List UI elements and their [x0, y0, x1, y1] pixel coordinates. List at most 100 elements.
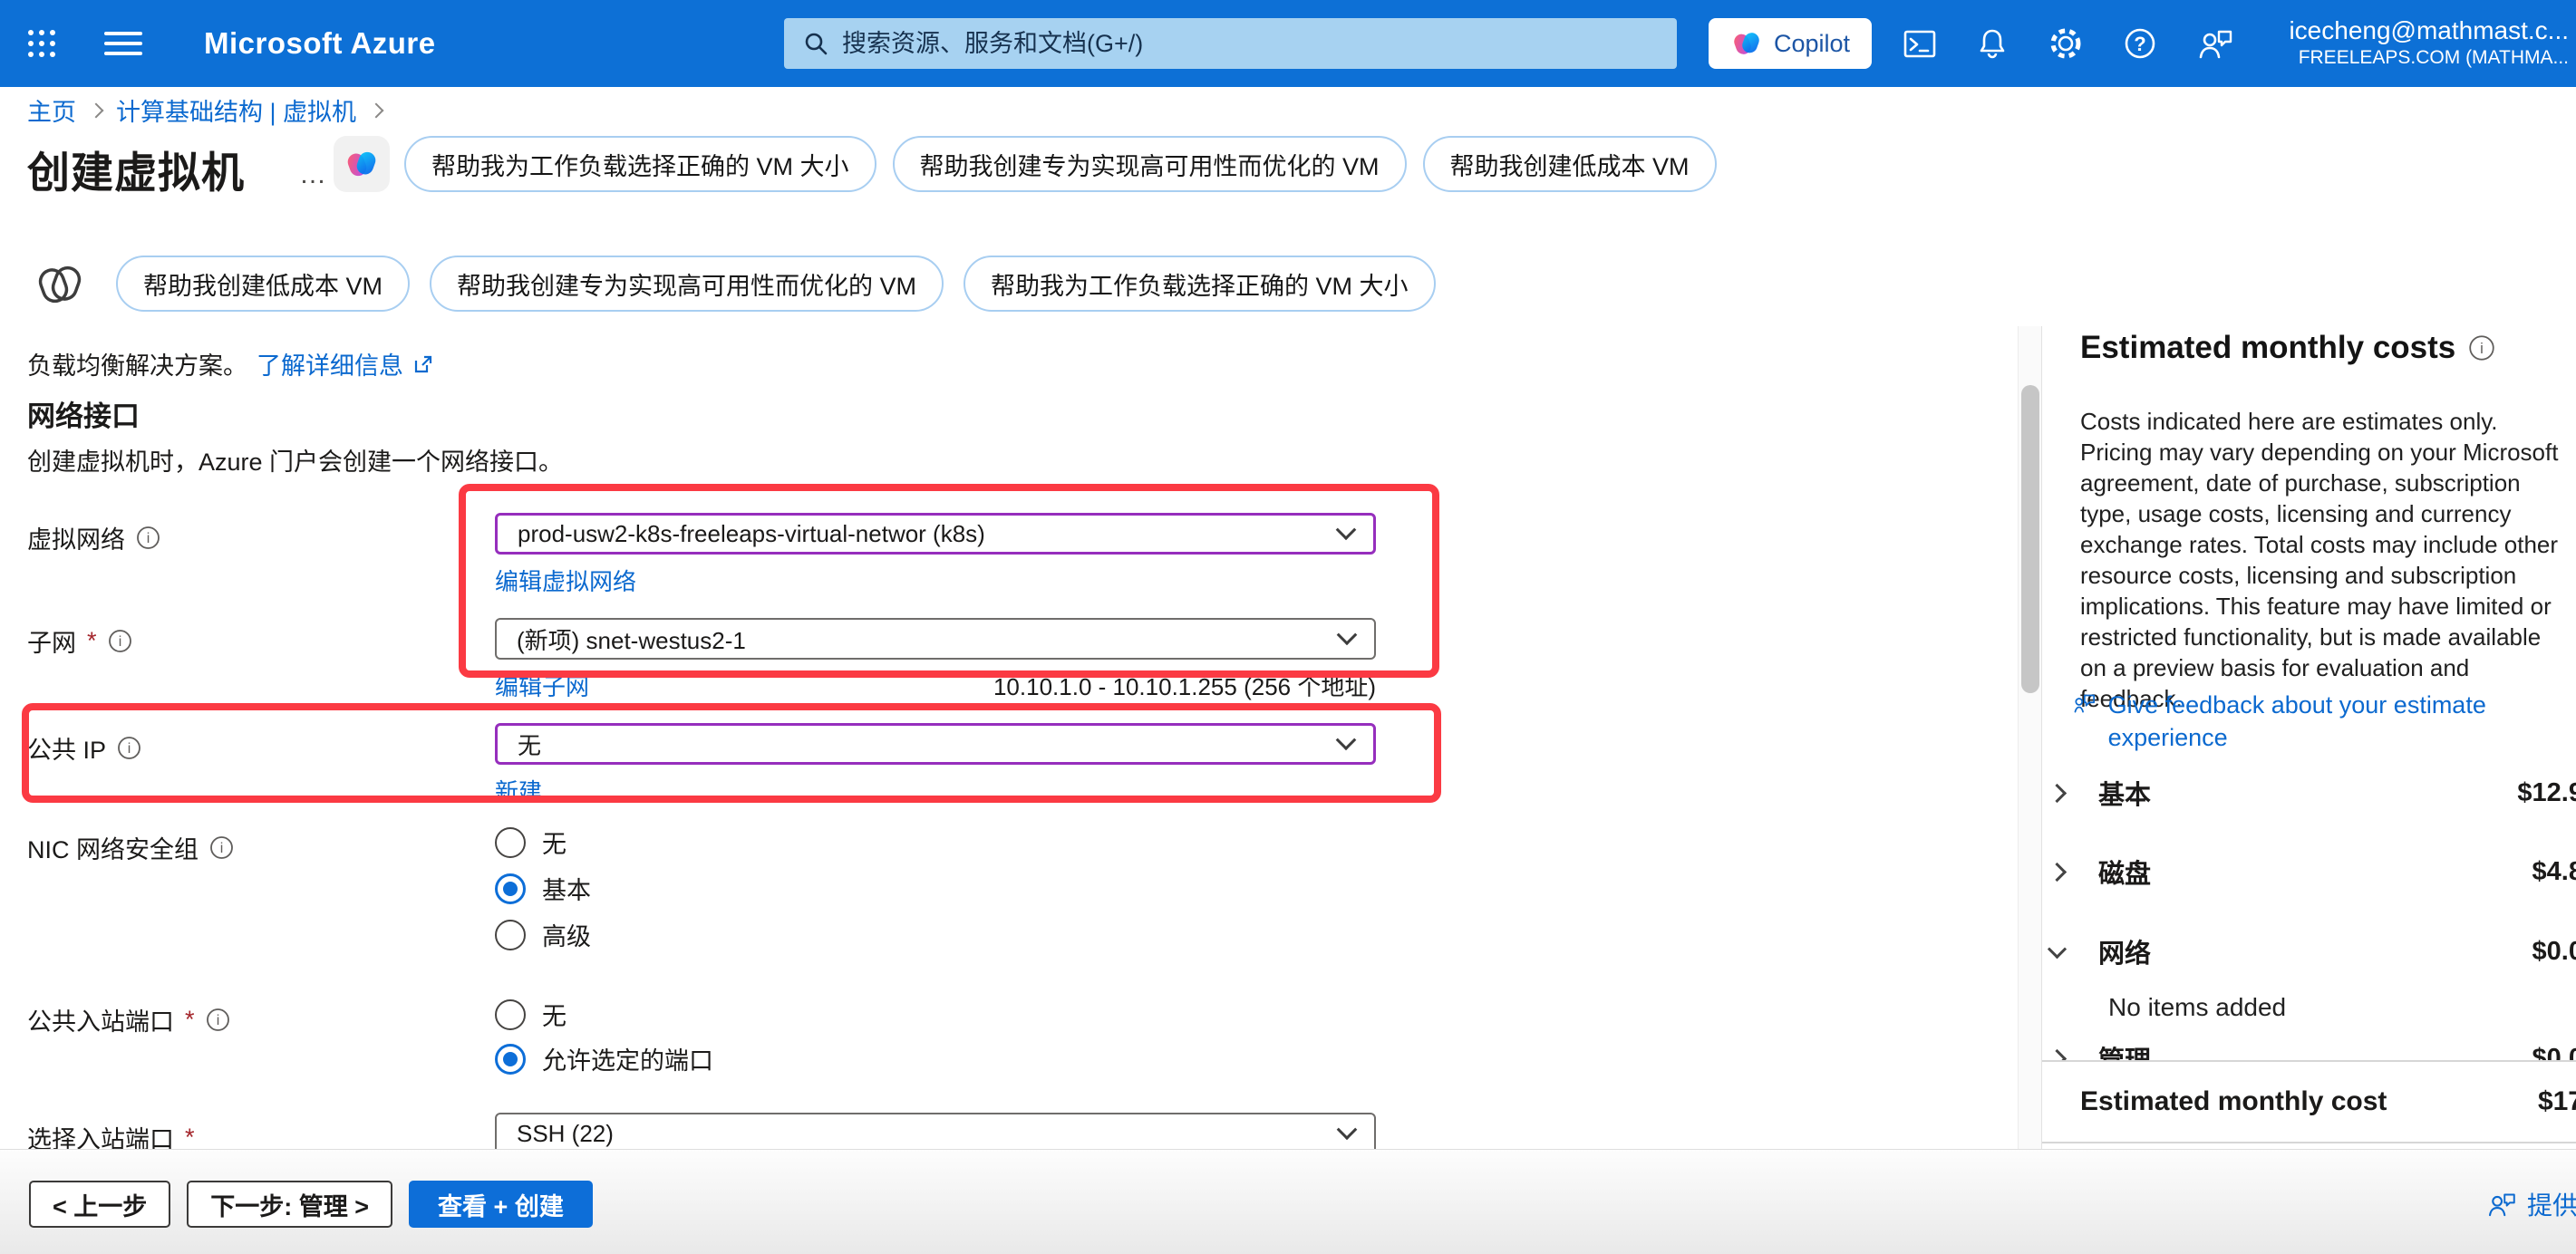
suggestion-pill[interactable]: 帮助我创建专为实现高可用性而优化的 VM — [430, 256, 944, 312]
scrollbar-thumb[interactable] — [2021, 385, 2039, 693]
vertical-scrollbar[interactable] — [2018, 326, 2042, 1149]
info-icon[interactable]: i — [117, 736, 141, 760]
clipped-paragraph: 负载均衡解决方案。 了解详细信息 — [27, 350, 434, 388]
nsg-option-basic[interactable]: 基本 — [495, 871, 591, 906]
cloud-shell-icon[interactable] — [1902, 25, 1938, 62]
azure-top-bar: Microsoft Azure Copilot — [0, 0, 2576, 87]
subnet-label-row: 子网 * i — [27, 623, 453, 659]
review-create-button[interactable]: 查看 + 创建 — [409, 1181, 593, 1228]
suggestion-pill[interactable]: 帮助我创建低成本 VM — [1423, 136, 1717, 192]
nsg-label: NIC 网络安全组 — [27, 830, 199, 865]
cost-label[interactable]: 磁盘 — [2098, 853, 2151, 891]
cost-value: $4.8 — [2532, 857, 2576, 887]
section-description: 创建虚拟机时，Azure 门户会创建一个网络接口。 — [27, 442, 563, 477]
edit-vnet-link[interactable]: 编辑虚拟网络 — [495, 564, 636, 597]
svg-text:i: i — [220, 841, 224, 856]
copilot-suggestions-row2: 帮助我创建低成本 VM 帮助我创建专为实现高可用性而优化的 VM 帮助我为工作负… — [116, 256, 1436, 312]
info-icon[interactable]: i — [108, 629, 132, 653]
search-input[interactable] — [842, 30, 1659, 58]
subnet-dropdown[interactable]: (新项) snet-westus2-1 — [495, 618, 1376, 660]
global-search[interactable] — [784, 18, 1677, 69]
help-icon[interactable]: ? — [2121, 24, 2159, 63]
chevron-right-icon — [369, 102, 384, 118]
radio-label: 无 — [542, 997, 567, 1032]
radio-selected[interactable] — [495, 873, 526, 904]
create-new-ip-link[interactable]: 新建 — [495, 774, 542, 807]
inbound-ports-dropdown[interactable]: SSH (22) — [495, 1113, 1376, 1149]
give-feedback-link[interactable]: 提供 — [2485, 1186, 2576, 1222]
feedback-icon — [2485, 1189, 2518, 1220]
radio-unselected[interactable] — [495, 999, 526, 1030]
chevron-down-icon[interactable] — [2048, 940, 2067, 959]
vnet-dropdown[interactable]: prod-usw2-k8s-freeleaps-virtual-networ (… — [495, 513, 1376, 555]
estimate-feedback-link[interactable]: Give feedback about your estimate experi… — [2072, 689, 2543, 754]
hamburger-menu-button[interactable] — [94, 0, 152, 87]
info-icon[interactable]: i — [2468, 334, 2495, 362]
cost-label[interactable]: 基本 — [2098, 774, 2151, 812]
suggestion-pill[interactable]: 帮助我为工作负载选择正确的 VM 大小 — [404, 136, 876, 192]
chevron-right-icon — [89, 102, 104, 118]
radio-label: 高级 — [542, 917, 591, 952]
chevron-right-icon[interactable] — [2048, 783, 2067, 802]
required-asterisk: * — [87, 627, 97, 655]
page-title: 创建虚拟机 — [27, 138, 245, 200]
section-title: 网络接口 — [27, 393, 140, 434]
nsg-option-none[interactable]: 无 — [495, 825, 567, 860]
cost-row-disk: 磁盘 $4.8 — [2050, 846, 2576, 897]
breadcrumb-home[interactable]: 主页 — [27, 92, 76, 128]
app-launcher-button[interactable] — [13, 0, 71, 87]
radio-label: 允许选定的端口 — [542, 1041, 713, 1076]
account-tenant: FREELEAPS.COM (MATHMA... — [2289, 46, 2569, 70]
inbound-ports-dropdown-clip: SSH (22) — [495, 1113, 1376, 1149]
radio-label: 无 — [542, 825, 567, 860]
inbound-label-row: 公共入站端口 * i — [27, 1002, 453, 1037]
suggestion-pill[interactable]: 帮助我创建专为实现高可用性而优化的 VM — [893, 136, 1407, 192]
hamburger-icon — [104, 32, 142, 55]
public-ip-dropdown[interactable]: 无 — [495, 723, 1376, 765]
suggestion-pill[interactable]: 帮助我创建低成本 VM — [116, 256, 410, 312]
copilot-chip[interactable] — [334, 136, 390, 192]
settings-icon[interactable] — [2047, 24, 2085, 63]
search-icon — [802, 30, 829, 57]
nsg-option-advanced[interactable]: 高级 — [495, 917, 591, 952]
svg-text:i: i — [147, 531, 150, 546]
info-icon[interactable]: i — [209, 835, 234, 860]
copilot-button[interactable]: Copilot — [1709, 18, 1872, 69]
estimated-total-value: $17 — [2538, 1086, 2576, 1117]
info-icon[interactable]: i — [136, 526, 160, 550]
chevron-right-icon[interactable] — [2048, 862, 2067, 881]
estimate-feedback-text: Give feedback about your estimate experi… — [2108, 689, 2543, 754]
portal-title: Microsoft Azure — [204, 0, 436, 87]
vnet-label: 虚拟网络 — [27, 520, 125, 555]
account-info[interactable]: icecheng@mathmast.c... FREELEAPS.COM (MA… — [2289, 14, 2569, 70]
inbound-option-allow-selected[interactable]: 允许选定的端口 — [495, 1041, 713, 1076]
radio-unselected[interactable] — [495, 827, 526, 858]
copilot-icon — [1730, 27, 1763, 60]
wizard-footer: < 上一步 下一步: 管理 > 查看 + 创建 提供 — [0, 1149, 2576, 1254]
public-ip-label-row: 公共 IP i — [27, 730, 453, 766]
vnet-value: prod-usw2-k8s-freeleaps-virtual-networ (… — [518, 520, 985, 548]
breadcrumb-vm[interactable]: 计算基础结构 | 虚拟机 — [116, 92, 356, 128]
inbound-ports-value: SSH (22) — [517, 1120, 614, 1148]
more-menu-button[interactable]: … — [299, 159, 328, 190]
notifications-icon[interactable] — [1974, 25, 2010, 62]
cost-label[interactable]: 网络 — [2098, 932, 2151, 970]
learn-more-link[interactable]: 了解详细信息 — [257, 350, 403, 381]
breadcrumb: 主页 计算基础结构 | 虚拟机 — [27, 92, 382, 128]
chevron-down-icon — [1337, 1119, 1358, 1140]
public-ip-label: 公共 IP — [27, 730, 106, 766]
vnet-label-row: 虚拟网络 i — [27, 520, 453, 555]
cost-panel-description: Costs indicated here are estimates only.… — [2080, 406, 2562, 714]
subnet-label: 子网 — [27, 623, 76, 659]
previous-step-button[interactable]: < 上一步 — [29, 1181, 170, 1228]
info-icon[interactable]: i — [206, 1008, 230, 1032]
radio-selected[interactable] — [495, 1044, 526, 1075]
radio-unselected[interactable] — [495, 920, 526, 950]
inbound-option-none[interactable]: 无 — [495, 997, 567, 1032]
chevron-down-icon — [1336, 519, 1357, 540]
required-asterisk: * — [185, 1124, 195, 1152]
feedback-icon[interactable] — [2195, 24, 2235, 63]
suggestion-pill[interactable]: 帮助我为工作负载选择正确的 VM 大小 — [964, 256, 1436, 312]
next-step-button[interactable]: 下一步: 管理 > — [187, 1181, 392, 1228]
nsg-label-row: NIC 网络安全组 i — [27, 830, 453, 865]
